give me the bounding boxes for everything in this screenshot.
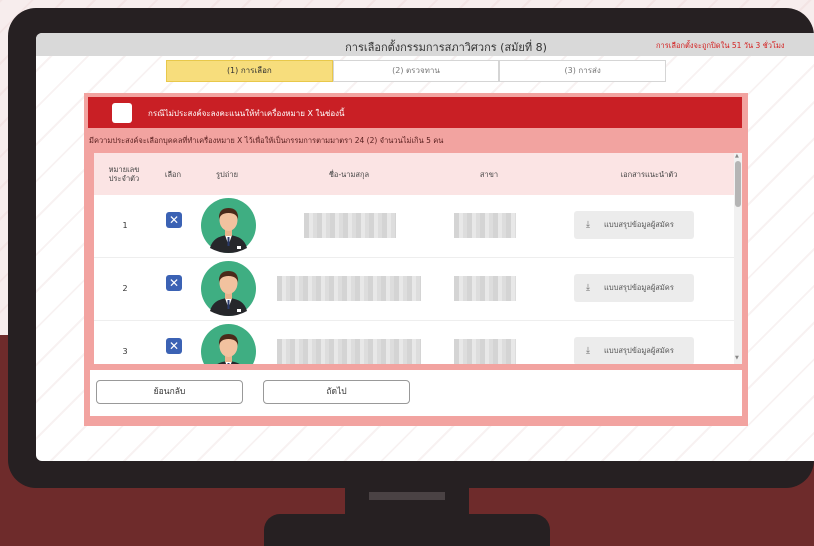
table-scrollbar[interactable]: ▲ ▼ bbox=[734, 153, 742, 364]
table-header: หมายเลข ประจำตัว เลือก รูปถ่าย ชื่อ-นามส… bbox=[94, 153, 734, 195]
candidate-branch-redacted bbox=[454, 276, 516, 301]
candidate-name-redacted bbox=[304, 213, 396, 238]
doc-button-label: แบบสรุปข้อมูลผู้สมัคร bbox=[604, 346, 674, 355]
instruction-text: มีความประสงค์จะเลือกบุคคลที่ทำเครื่องหมา… bbox=[89, 136, 444, 145]
x-mark-icon[interactable]: ✕ bbox=[166, 338, 182, 354]
step-submit[interactable]: (3) การส่ง bbox=[499, 60, 667, 82]
window-titlebar: การเลือกตั้งกรรมการสภาวิศวกร (สมัยที่ 8)… bbox=[36, 33, 814, 56]
x-mark-icon[interactable]: ✕ bbox=[166, 212, 182, 228]
candidate-name-redacted bbox=[277, 276, 421, 301]
step-select[interactable]: (1) การเลือก bbox=[166, 60, 333, 82]
table-row: 2 ✕ ⤓ แบบสรุปข้อมูลผู้สมัคร bbox=[94, 258, 734, 321]
candidate-table: หมายเลข ประจำตัว เลือก รูปถ่าย ชื่อ-นามส… bbox=[94, 153, 742, 364]
candidate-branch-redacted bbox=[454, 213, 516, 238]
person-avatar-icon bbox=[201, 198, 256, 253]
person-avatar-icon bbox=[201, 324, 256, 364]
scroll-down-icon[interactable]: ▼ bbox=[735, 355, 739, 361]
step-indicator: (1) การเลือก (2) ตรวจทาน (3) การส่ง bbox=[166, 60, 667, 82]
scrollbar-thumb[interactable] bbox=[735, 161, 741, 207]
doc-button-label: แบบสรุปข้อมูลผู้สมัคร bbox=[604, 283, 674, 292]
abstain-banner: กรณีไม่ประสงค์จะลงคะแนนให้ทำเครื่องหมาย … bbox=[88, 97, 742, 128]
table-row: 1 ✕ ⤓ แบบสรุปข้อมูลผู้สมัคร bbox=[94, 195, 734, 258]
scroll-up-icon[interactable]: ▲ bbox=[735, 153, 739, 159]
monitor-logo-bar bbox=[369, 492, 445, 500]
closing-notice: การเลือกตั้งจะถูกปิดใน 51 วัน 3 ชั่วโมง bbox=[656, 41, 785, 50]
candidate-doc-button[interactable]: ⤓ แบบสรุปข้อมูลผู้สมัคร bbox=[574, 211, 694, 239]
candidate-number: 2 bbox=[122, 284, 128, 293]
header-select: เลือก bbox=[164, 170, 182, 179]
download-icon: ⤓ bbox=[586, 220, 590, 230]
x-mark-icon[interactable]: ✕ bbox=[166, 275, 182, 291]
abstain-label: กรณีไม่ประสงค์จะลงคะแนนให้ทำเครื่องหมาย … bbox=[148, 109, 345, 118]
candidate-number: 3 bbox=[122, 347, 128, 356]
person-avatar-icon bbox=[201, 261, 256, 316]
header-docs: เอกสารแนะนำตัว bbox=[620, 170, 678, 179]
candidate-doc-button[interactable]: ⤓ แบบสรุปข้อมูลผู้สมัคร bbox=[574, 337, 694, 364]
ballot-panel: กรณีไม่ประสงค์จะลงคะแนนให้ทำเครื่องหมาย … bbox=[84, 93, 748, 426]
header-name: ชื่อ-นามสกุล bbox=[328, 170, 370, 179]
table-row: 3 ✕ ⤓ แบบสรุปข้อมูลผู้สมัคร bbox=[94, 321, 734, 364]
candidate-name-redacted bbox=[277, 339, 421, 364]
header-number: หมายเลข ประจำตัว bbox=[108, 165, 140, 183]
doc-button-label: แบบสรุปข้อมูลผู้สมัคร bbox=[604, 220, 674, 229]
next-button[interactable]: ถัดไป bbox=[263, 380, 410, 404]
download-icon: ⤓ bbox=[586, 283, 590, 293]
candidate-branch-redacted bbox=[454, 339, 516, 364]
step-review[interactable]: (2) ตรวจทาน bbox=[332, 60, 500, 82]
window-title: การเลือกตั้งกรรมการสภาวิศวกร (สมัยที่ 8) bbox=[345, 41, 547, 54]
ballot-footer: ย้อนกลับ ถัดไป bbox=[90, 370, 742, 416]
candidate-doc-button[interactable]: ⤓ แบบสรุปข้อมูลผู้สมัคร bbox=[574, 274, 694, 302]
header-branch: สาขา bbox=[479, 170, 499, 179]
monitor-stand-base bbox=[264, 514, 550, 546]
header-photo: รูปถ่าย bbox=[216, 170, 238, 179]
abstain-checkbox[interactable] bbox=[112, 103, 132, 123]
back-button[interactable]: ย้อนกลับ bbox=[96, 380, 243, 404]
candidate-number: 1 bbox=[122, 221, 128, 230]
monitor-screen: การเลือกตั้งกรรมการสภาวิศวกร (สมัยที่ 8)… bbox=[36, 33, 814, 461]
download-icon: ⤓ bbox=[586, 346, 590, 356]
